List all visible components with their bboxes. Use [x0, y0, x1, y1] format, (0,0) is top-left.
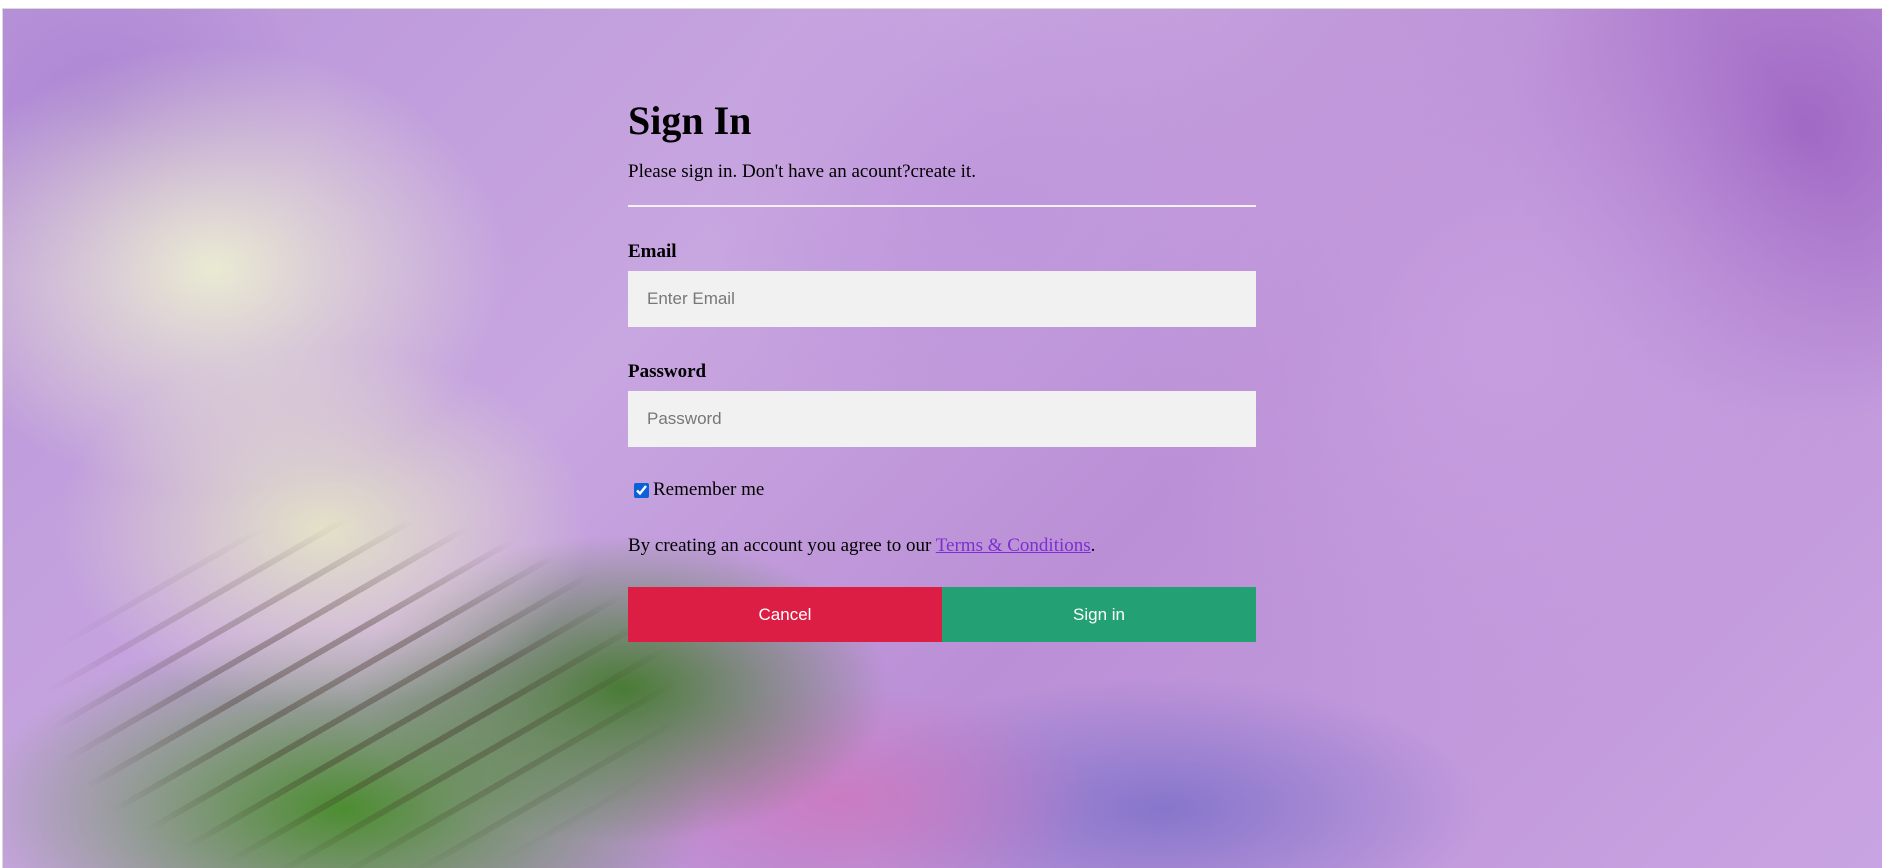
signin-form: Sign In Please sign in. Don't have an ac…	[628, 93, 1256, 642]
page-title: Sign In	[628, 98, 752, 143]
remember-me-label: Remember me	[653, 479, 765, 500]
divider	[628, 205, 1256, 207]
terms-link[interactable]: Terms & Conditions	[936, 535, 1091, 556]
password-input[interactable]	[628, 391, 1256, 447]
remember-me: Remember me	[628, 477, 1256, 503]
email-label: Email	[628, 241, 677, 262]
page-subtitle: Please sign in. Don't have an acount?cre…	[628, 161, 976, 182]
password-label: Password	[628, 361, 707, 382]
cancel-button[interactable]: Cancel	[628, 587, 942, 642]
email-input[interactable]	[628, 271, 1256, 327]
remember-me-checkbox[interactable]	[634, 482, 649, 498]
signin-button[interactable]: Sign in	[942, 587, 1256, 642]
terms-prefix: By creating an account you agree to our	[628, 535, 936, 556]
terms-suffix: .	[1090, 535, 1096, 556]
form-buttons: Cancel Sign in	[628, 587, 1256, 642]
terms-text: By creating an account you agree to our …	[628, 533, 1256, 559]
